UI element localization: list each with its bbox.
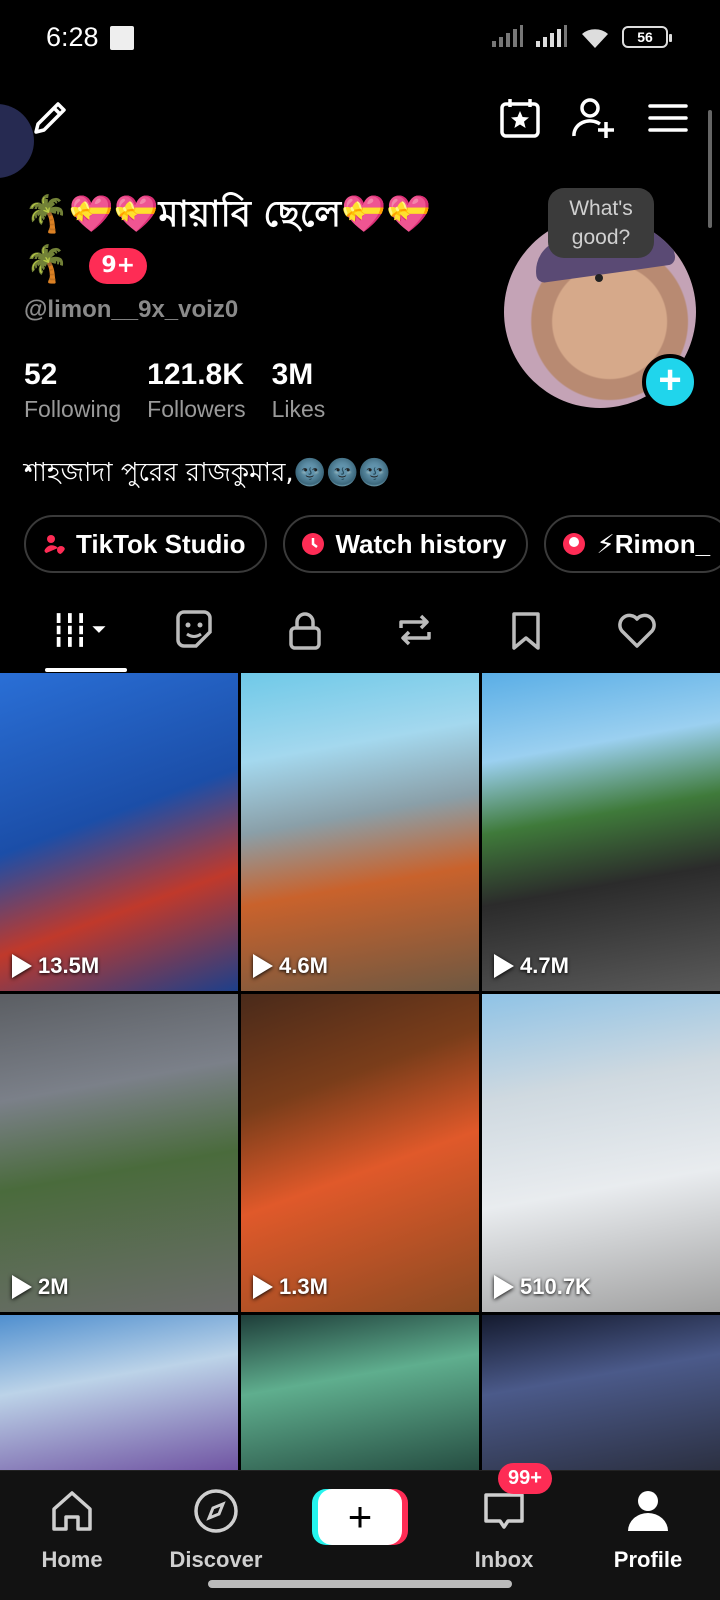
video-grid: 13.5M 4.6M 4.7M 2M 1.3M 510.7K	[0, 673, 720, 1475]
studio-icon	[43, 535, 65, 554]
add-friend-icon[interactable]	[570, 94, 618, 142]
view-count-text: 4.6M	[279, 953, 328, 978]
nav-discover[interactable]: Discover	[156, 1485, 276, 1573]
tab-private[interactable]	[275, 600, 335, 660]
display-name-text: 🌴💝💝মায়াবি ছেলে💝💝🌴	[24, 194, 431, 285]
signal-icon	[492, 25, 523, 47]
video-thumbnail[interactable]	[0, 1315, 238, 1475]
view-count: 1.3M	[253, 1274, 328, 1300]
video-thumbnail[interactable]: 4.7M	[482, 673, 720, 991]
watch-history-chip[interactable]: Watch history	[283, 515, 529, 573]
stat-likes[interactable]: 3M Likes	[272, 358, 326, 423]
stat-value: 121.8K	[147, 358, 244, 391]
nav-inbox[interactable]: Inbox	[444, 1485, 564, 1573]
status-time: 6:28	[46, 22, 99, 52]
profile-chips: TikTok Studio Watch history ⚡Rimon_	[24, 515, 720, 573]
stat-value: 3M	[271, 358, 314, 391]
grid-icon	[55, 613, 106, 647]
content-tabs	[0, 600, 720, 672]
stat-label: Likes	[271, 396, 326, 422]
tab-stickers[interactable]	[164, 600, 224, 660]
repost-icon	[399, 614, 432, 646]
chip-label: TikTok Studio	[76, 528, 246, 559]
nav-label: Inbox	[474, 1547, 534, 1572]
video-thumbnail[interactable]	[241, 1315, 479, 1475]
view-count-text: 4.7M	[520, 953, 569, 978]
stat-label: Following	[24, 396, 122, 422]
nav-home[interactable]: Home	[12, 1485, 132, 1573]
chip-label: ⚡Rimon_	[596, 528, 711, 559]
linked-account-chip[interactable]: ⚡Rimon_	[544, 515, 720, 573]
video-thumbnail[interactable]: 510.7K	[482, 994, 720, 1312]
active-tab-underline	[45, 668, 127, 672]
play-icon	[494, 954, 514, 978]
view-count-text: 13.5M	[38, 953, 100, 978]
tab-liked[interactable]	[607, 600, 667, 660]
notification-square-icon	[110, 26, 134, 50]
create-button[interactable]: +	[318, 1489, 402, 1545]
video-thumbnail[interactable]: 4.6M	[241, 673, 479, 991]
play-icon	[12, 1275, 32, 1299]
stat-label: Followers	[147, 396, 246, 422]
view-count: 4.6M	[253, 953, 328, 979]
status-bar: 6:28 56	[0, 0, 720, 80]
nav-label: Profile	[613, 1547, 683, 1572]
play-icon	[12, 954, 32, 978]
compass-icon	[194, 1489, 238, 1533]
bookmark-icon	[512, 612, 540, 650]
lock-icon	[288, 612, 321, 650]
heart-icon	[617, 613, 656, 648]
battery-level: 56	[637, 29, 653, 45]
play-icon	[253, 1275, 273, 1299]
notification-badge[interactable]: 9+	[89, 248, 148, 284]
nav-profile[interactable]: Profile	[588, 1485, 708, 1573]
tiktok-studio-chip[interactable]: TikTok Studio	[24, 515, 268, 573]
stat-value: 52	[24, 358, 58, 391]
clock-icon	[302, 533, 325, 555]
view-count: 13.5M	[12, 953, 99, 979]
play-icon	[253, 954, 273, 978]
status-icons: 56	[490, 24, 672, 50]
tab-reposts[interactable]	[385, 600, 445, 660]
add-avatar-button[interactable]: +	[642, 354, 698, 410]
scroll-indicator	[708, 110, 712, 228]
play-icon	[494, 1275, 514, 1299]
view-count: 4.7M	[494, 953, 569, 979]
edit-pencil-icon[interactable]	[26, 94, 74, 142]
video-thumbnail[interactable]: 2M	[0, 994, 238, 1312]
home-icon	[52, 1491, 92, 1531]
calendar-star-icon[interactable]	[496, 94, 544, 142]
signal-icon	[536, 25, 567, 47]
video-thumbnail[interactable]: 1.3M	[241, 994, 479, 1312]
profile-stats: 52 Following 121.8K Followers 3M Likes	[24, 358, 325, 423]
sticker-icon	[176, 610, 212, 648]
username[interactable]: @limon__9x_voiz0	[24, 296, 238, 324]
chip-label: Watch history	[335, 528, 507, 559]
view-count: 510.7K	[494, 1274, 591, 1300]
wifi-icon	[582, 29, 608, 48]
bio-text: শাহজাদা পুরের রাজকুমার,🌚🌚🌚	[24, 458, 391, 488]
tab-saved[interactable]	[496, 600, 556, 660]
view-count: 2M	[12, 1274, 69, 1300]
app-icon	[563, 533, 586, 555]
video-thumbnail[interactable]	[482, 1315, 720, 1475]
nav-label: Home	[41, 1547, 103, 1572]
display-name: 🌴💝💝মায়াবি ছেলে💝💝🌴 9+	[24, 190, 474, 290]
nav-label: Discover	[169, 1547, 263, 1572]
view-count-text: 2M	[38, 1274, 69, 1299]
menu-icon[interactable]	[644, 94, 692, 142]
home-indicator	[208, 1580, 512, 1588]
top-bar	[0, 90, 720, 150]
bubble-dot	[595, 274, 603, 282]
view-count-text: 1.3M	[279, 1274, 328, 1299]
profile-icon	[628, 1491, 668, 1531]
video-thumbnail[interactable]: 13.5M	[0, 673, 238, 991]
stat-following[interactable]: 52 Following	[24, 358, 121, 423]
tab-videos[interactable]	[53, 600, 113, 660]
status-bubble[interactable]: What's good?	[548, 188, 654, 258]
view-count-text: 510.7K	[520, 1274, 591, 1299]
stat-followers[interactable]: 121.8K Followers	[147, 358, 245, 423]
battery-icon: 56	[622, 26, 672, 48]
inbox-badge: 99+	[498, 1463, 552, 1494]
